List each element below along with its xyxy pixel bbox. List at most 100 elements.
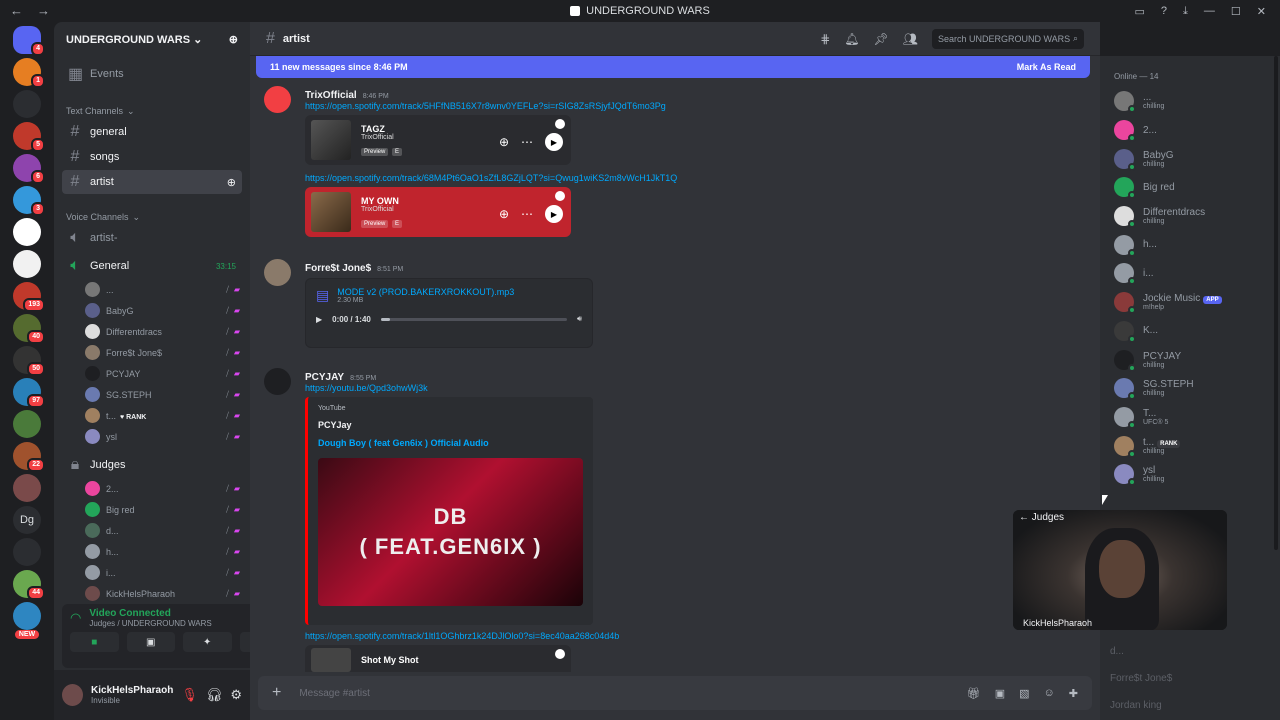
activities-button[interactable]: ✦	[183, 632, 232, 652]
search-input[interactable]: Search UNDERGROUND WARS ⌕	[932, 28, 1084, 49]
track-artist[interactable]: TrixOfficial	[361, 134, 402, 141]
voice-user[interactable]: Differentdracs ⧸ ▰	[54, 321, 250, 342]
voice-user[interactable]: PCYJAY ⧸ ▰	[54, 363, 250, 384]
server-icon[interactable]: 22	[13, 442, 45, 472]
gift-icon[interactable]: 🎁︎	[967, 687, 981, 700]
message-input[interactable]: Message #artist	[299, 688, 948, 699]
message-author[interactable]: TrixOfficial	[305, 90, 357, 101]
voice-user[interactable]: d... ⧸ ▰	[54, 520, 250, 541]
voice-user[interactable]: ysl ⧸ ▰	[54, 426, 250, 447]
avatar[interactable]	[264, 259, 291, 286]
message-link[interactable]: https://youtu.be/Qpd3ohwWj3k	[305, 383, 619, 393]
member-item[interactable]: t... RANK chilling	[1100, 431, 1280, 460]
member-item[interactable]: i...	[1100, 259, 1280, 288]
voice-user[interactable]: h... ⧸ ▰	[54, 541, 250, 562]
embed-author[interactable]: PCYJay	[318, 420, 583, 430]
audio-seek-bar[interactable]	[380, 317, 567, 321]
events-item[interactable]: ▦ Events	[62, 62, 242, 86]
bell-icon[interactable]: 🔔︎	[844, 32, 859, 46]
maximize-button[interactable]: ☐	[1231, 5, 1241, 18]
server-icon[interactable]: 40	[13, 314, 45, 344]
server-icon[interactable]: 6	[13, 154, 45, 184]
avatar[interactable]	[62, 684, 84, 706]
video-thumbnail[interactable]: DB ( FEAT.GEN6IX )	[318, 458, 583, 606]
scrollbar[interactable]	[1274, 56, 1278, 550]
download-icon[interactable]: ⤓	[1183, 5, 1188, 18]
volume-icon[interactable]: 🔊︎	[577, 314, 582, 324]
screen-share-button[interactable]: ▣	[126, 632, 175, 652]
member-item[interactable]: PCYJAY chilling	[1100, 345, 1280, 374]
track-title[interactable]: Shot My Shot	[361, 655, 419, 665]
album-cover[interactable]	[311, 648, 351, 672]
server-icon[interactable]	[13, 410, 41, 438]
member-item[interactable]: Big red	[1100, 173, 1280, 202]
apps-icon[interactable]: ✚	[1069, 687, 1078, 700]
headphones-icon[interactable]: 🎧︎	[206, 687, 223, 703]
server-icon[interactable]	[13, 218, 41, 246]
voice-user[interactable]: ... ⧸ ▰	[54, 279, 250, 300]
voice-user[interactable]: BabyG ⧸ ▰	[54, 300, 250, 321]
member-item[interactable]: ... chilling	[1100, 87, 1280, 116]
close-button[interactable]: ✕	[1257, 5, 1266, 18]
mute-icon[interactable]: 🎙︎	[181, 687, 198, 703]
help-icon[interactable]: ?	[1161, 5, 1167, 17]
new-messages-bar[interactable]: 11 new messages since 8:46 PM Mark As Re…	[256, 56, 1090, 78]
server-icon[interactable]: 5	[13, 122, 45, 152]
server-icon[interactable]	[13, 250, 41, 278]
offline-member[interactable]: Forre$t Jone$	[1110, 665, 1172, 692]
voice-user[interactable]: i... ⧸ ▰	[54, 562, 250, 583]
voice-channel-judges[interactable]: 🔒︎ Judges	[62, 453, 242, 477]
forward-arrow-icon[interactable]: →	[37, 3, 50, 18]
track-artist[interactable]: TrixOfficial	[361, 206, 402, 213]
message-link[interactable]: https://open.spotify.com/track/1ltl1OGhb…	[305, 631, 619, 641]
member-item[interactable]: SG.STEPH chilling	[1100, 374, 1280, 403]
mark-as-read-button[interactable]: Mark As Read	[1017, 62, 1076, 72]
server-icon[interactable]: 44	[13, 570, 45, 600]
back-to-judges[interactable]: ← Judges	[1019, 512, 1064, 523]
threads-icon[interactable]: ⋕	[820, 32, 830, 46]
embed-title[interactable]: Dough Boy ( feat Gen6ix ) Official Audio	[318, 438, 583, 448]
message-link[interactable]: https://open.spotify.com/track/5HFfNB516…	[305, 101, 677, 111]
message-author[interactable]: Forre$t Jone$	[305, 263, 371, 274]
server-icon[interactable]	[13, 538, 41, 566]
member-item[interactable]: K...	[1100, 317, 1280, 346]
server-icon[interactable]	[13, 602, 41, 630]
voice-category[interactable]: Voice Channels ⌄	[54, 202, 250, 225]
voice-user[interactable]: 2... ⧸ ▰	[54, 478, 250, 499]
member-item[interactable]: Differentdracs chilling	[1100, 202, 1280, 231]
channel-general[interactable]: # general	[62, 120, 242, 144]
member-item[interactable]: BabyG chilling	[1100, 144, 1280, 173]
voice-location[interactable]: Judges / UNDERGROUND WARS	[89, 619, 247, 628]
add-attachment-icon[interactable]: +	[272, 684, 281, 702]
offline-member[interactable]: d...	[1110, 638, 1172, 665]
voice-user[interactable]: SG.STEPH ⧸ ▰	[54, 384, 250, 405]
server-icon[interactable]: 4	[13, 26, 45, 56]
voice-user[interactable]: Forre$t Jone$ ⧸ ▰	[54, 342, 250, 363]
track-title[interactable]: TAGZ	[361, 124, 402, 134]
server-icon[interactable]: 50	[13, 346, 45, 376]
album-cover[interactable]	[311, 120, 351, 160]
server-icon[interactable]	[13, 90, 41, 118]
avatar[interactable]	[264, 86, 291, 113]
track-title[interactable]: MY OWN	[361, 196, 402, 206]
member-item[interactable]: T... UFC® 5	[1100, 403, 1280, 432]
gif-icon[interactable]: ▣	[995, 687, 1005, 700]
channel-songs[interactable]: # songs	[62, 145, 242, 169]
channel-artist[interactable]: # artist ⊕	[62, 170, 242, 194]
more-icon[interactable]: ⋯	[521, 207, 533, 221]
play-icon[interactable]: ▶	[316, 315, 322, 324]
add-member-icon[interactable]: ⊕	[229, 33, 238, 46]
message-composer[interactable]: + Message #artist 🎁︎ ▣ ▧ ☺ ✚	[258, 676, 1092, 710]
inbox-icon[interactable]: ▭	[1135, 5, 1145, 18]
server-icon[interactable]: 97	[13, 378, 45, 408]
avatar[interactable]	[264, 368, 291, 395]
message-author[interactable]: PCYJAY	[305, 372, 344, 383]
server-icon[interactable]: 193	[13, 282, 45, 312]
server-icon[interactable]: Dg	[13, 506, 41, 534]
message-link[interactable]: https://open.spotify.com/track/68M4Pt6Oa…	[305, 173, 677, 183]
member-item[interactable]: ysl chilling	[1100, 460, 1280, 489]
more-icon[interactable]: ⋯	[521, 135, 533, 149]
voice-user[interactable]: t... ♥ RANK ⧸ ▰	[54, 405, 250, 426]
voice-channel-artist[interactable]: 🔈︎ artist-	[62, 226, 242, 250]
member-item[interactable]: Jockie Music APP m!help	[1100, 288, 1280, 317]
